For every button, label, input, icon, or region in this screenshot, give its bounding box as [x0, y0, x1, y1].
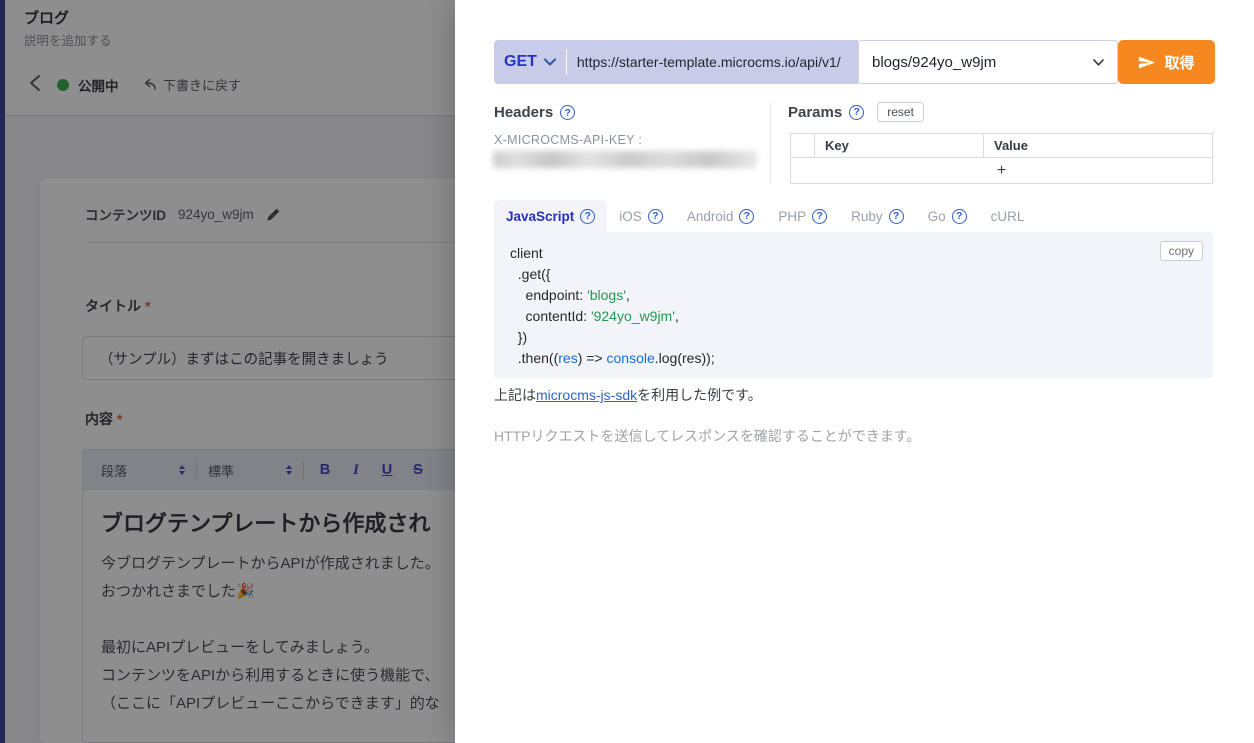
send-icon	[1138, 55, 1156, 70]
language-tabs: JavaScript iOS Android PHP Ruby Go	[494, 200, 1036, 232]
headers-help-icon[interactable]	[560, 105, 575, 120]
params-checkbox-column	[791, 134, 815, 157]
go-help-icon[interactable]	[952, 209, 967, 224]
chevron-down-icon	[1093, 59, 1104, 66]
javascript-help-icon[interactable]	[580, 209, 595, 224]
headers-section-title: Headers	[494, 104, 575, 121]
params-value-header: Value	[984, 138, 1212, 153]
php-help-icon[interactable]	[812, 209, 827, 224]
chevron-down-icon	[544, 58, 556, 66]
sdk-note: 上記はmicrocms-js-sdkを利用した例です。	[494, 385, 762, 405]
screen: ブログ 説明を追加する 公開中 下書きに戻す コンテンツID 924yo_w9j…	[0, 0, 1254, 743]
tab-ios[interactable]: iOS	[607, 200, 675, 232]
fetch-label: 取得	[1164, 52, 1194, 73]
add-param-button[interactable]: +	[790, 158, 1213, 184]
code-sample: client .get({ endpoint: 'blogs', content…	[494, 232, 1213, 380]
tab-php[interactable]: PHP	[766, 200, 839, 232]
endpoint-select[interactable]: blogs/924yo_w9jm	[858, 40, 1118, 84]
api-preview-panel: GET https://starter-template.microcms.io…	[455, 0, 1254, 743]
api-key-redacted-value	[493, 151, 757, 168]
divider	[566, 49, 567, 75]
params-table: Key Value +	[790, 133, 1213, 184]
params-section-title: Params reset	[788, 102, 924, 122]
params-table-header: Key Value	[790, 133, 1213, 158]
request-url-bar: GET https://starter-template.microcms.io…	[494, 40, 858, 84]
ios-help-icon[interactable]	[648, 209, 663, 224]
api-key-label: X-MICROCMS-API-KEY :	[494, 133, 642, 147]
code-sample-block: client .get({ endpoint: 'blogs', content…	[494, 232, 1213, 378]
tab-javascript[interactable]: JavaScript	[494, 200, 607, 232]
reset-params-button[interactable]: reset	[877, 102, 924, 122]
params-key-header: Key	[815, 134, 984, 157]
sdk-link[interactable]: microcms-js-sdk	[536, 387, 637, 403]
method-select[interactable]: GET	[504, 53, 556, 71]
tab-ruby[interactable]: Ruby	[839, 200, 916, 232]
endpoint-value: blogs/924yo_w9jm	[872, 54, 996, 71]
section-divider	[770, 103, 771, 183]
copy-button[interactable]: copy	[1160, 241, 1203, 261]
tab-android[interactable]: Android	[675, 200, 767, 232]
fetch-button[interactable]: 取得	[1118, 40, 1215, 84]
http-request-note: HTTPリクエストを送信してレスポンスを確認することができます。	[494, 426, 920, 446]
android-help-icon[interactable]	[739, 209, 754, 224]
tab-go[interactable]: Go	[916, 200, 979, 232]
params-help-icon[interactable]	[849, 105, 864, 120]
ruby-help-icon[interactable]	[889, 209, 904, 224]
tab-curl[interactable]: cURL	[979, 200, 1037, 232]
method-label: GET	[504, 53, 537, 71]
request-base-url: https://starter-template.microcms.io/api…	[577, 54, 841, 70]
